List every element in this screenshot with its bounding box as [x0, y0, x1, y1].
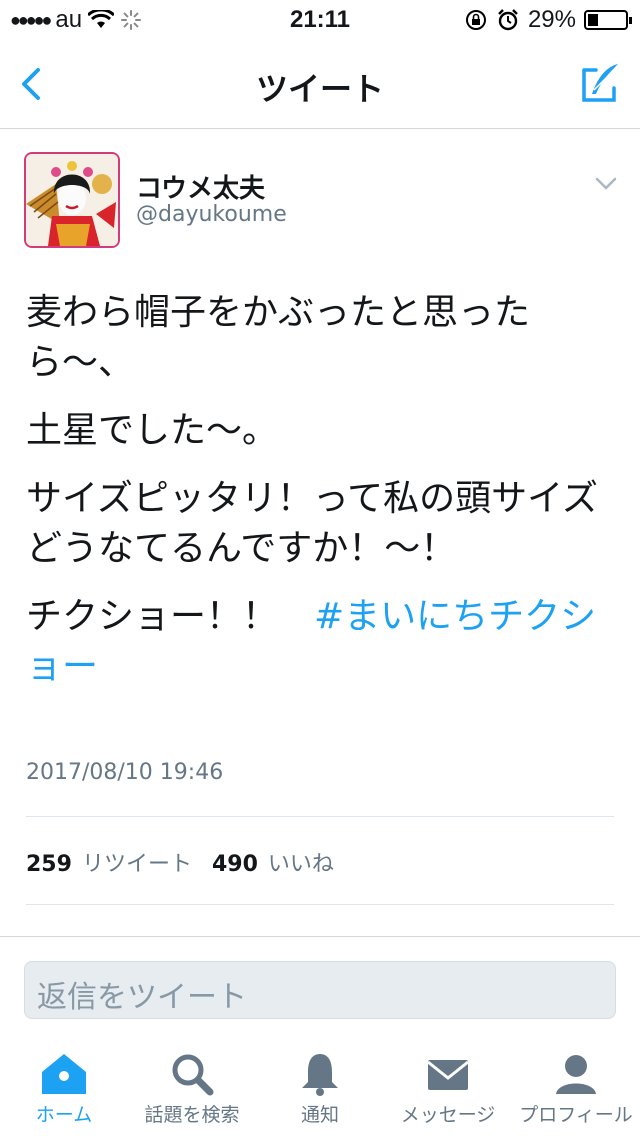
avatar-portrait-icon — [26, 154, 118, 246]
tab-bar: ホーム 話題を検索 通知 メッセージ プロフィール — [0, 1040, 640, 1136]
reply-bar: 返信をツイート — [0, 936, 640, 1037]
tweet-text: 麦わら帽子をかぶったと思ったら〜、 土星でした〜。 サイズピッタリ！って私の頭サ… — [26, 288, 616, 710]
tweet-line-last: チクショー！！ #まいにちチクショー — [26, 592, 616, 692]
tweet-line: サイズピッタリ！って私の頭サイズどうなてるんですか！〜！ — [26, 478, 599, 569]
bell-icon — [302, 1054, 338, 1096]
tab-messages[interactable]: メッセージ — [384, 1040, 512, 1136]
author-name[interactable]: コウメ太夫 — [136, 168, 265, 205]
tab-label: ホーム — [35, 1104, 93, 1126]
battery-percent: 29% — [527, 6, 576, 33]
alarm-icon — [498, 9, 518, 31]
tab-label: 通知 — [300, 1104, 339, 1126]
rotation-lock-icon — [465, 10, 486, 30]
person-icon — [556, 1055, 596, 1094]
retweet-label: リツイート — [81, 852, 192, 877]
tab-notifications[interactable]: 通知 — [256, 1040, 384, 1136]
tweet-last-text: チクショー！！ — [26, 596, 315, 637]
tab-home[interactable]: ホーム — [0, 1040, 128, 1136]
nav-bar: ツイート — [0, 40, 640, 129]
battery-icon — [584, 10, 632, 30]
tab-label: メッセージ — [400, 1104, 496, 1126]
status-bar: ●●●●● au 21:11 29% — [0, 0, 640, 40]
retweet-count: 259 — [26, 852, 72, 877]
home-icon — [42, 1054, 86, 1094]
tweet-line: 麦わら帽子をかぶったと思ったら〜、 — [26, 292, 531, 383]
status-right: 29% — [464, 6, 632, 34]
like-label: いいね — [267, 852, 334, 877]
tweet-stats[interactable]: 259 リツイート 490 いいね — [26, 846, 344, 878]
page-title: ツイート — [255, 70, 384, 108]
tab-profile[interactable]: プロフィール — [512, 1040, 640, 1136]
author-handle[interactable]: @dayukoume — [136, 202, 287, 227]
envelope-icon — [427, 1060, 469, 1090]
tab-label: プロフィール — [519, 1104, 633, 1126]
compose-tweet-icon[interactable] — [574, 60, 622, 108]
tab-label: 話題を検索 — [144, 1104, 240, 1126]
tab-search[interactable]: 話題を検索 — [128, 1040, 256, 1136]
chevron-down-icon[interactable] — [594, 176, 618, 192]
divider — [26, 904, 614, 905]
search-icon — [172, 1054, 214, 1096]
divider — [26, 816, 614, 817]
battery-fill — [588, 14, 599, 26]
avatar[interactable] — [24, 152, 120, 248]
tweet-line: 土星でした〜。 — [26, 410, 279, 451]
like-count: 490 — [211, 852, 258, 877]
tweet-timestamp: 2017/08/10 19:46 — [26, 760, 224, 785]
reply-input[interactable]: 返信をツイート — [24, 961, 616, 1019]
